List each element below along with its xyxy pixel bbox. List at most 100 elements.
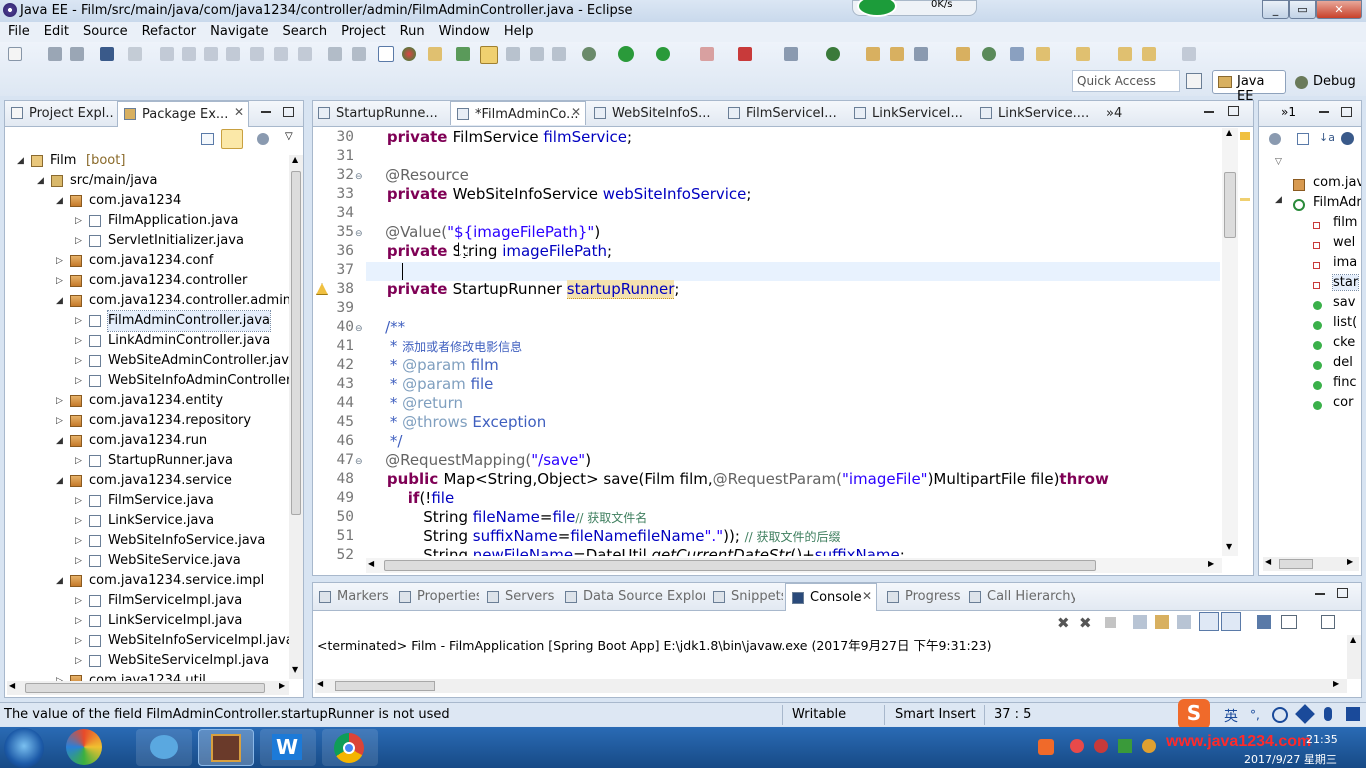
ime-pen-icon[interactable] (1295, 704, 1315, 724)
console-output[interactable]: <terminated> Film - FilmApplication [Spr… (317, 635, 992, 654)
ime-shirt-icon[interactable] (1346, 707, 1360, 721)
overview-marker[interactable] (1240, 132, 1250, 140)
last-edit-icon[interactable] (506, 47, 520, 61)
editor-vscrollbar[interactable]: ▲ ▼ (1222, 128, 1238, 556)
hide-fields-icon[interactable] (1341, 132, 1354, 145)
fold-marker-icon[interactable]: ⊖ (355, 172, 363, 182)
tree-item-file[interactable]: ▷ WebSiteService.java (5, 551, 289, 571)
scroll-lock-icon[interactable] (1155, 615, 1169, 629)
outline-item[interactable]: cor (1259, 395, 1361, 415)
scroll-left-arrow[interactable]: ◀ (368, 559, 374, 568)
expand-arrow-icon[interactable]: ▷ (75, 531, 85, 551)
link-with-editor-icon[interactable] (221, 129, 243, 149)
remove-launch-icon[interactable]: ✖ (1057, 614, 1070, 632)
collapse-arrow-icon[interactable]: ◢ (37, 171, 47, 191)
taskbar-app-word[interactable]: W (260, 729, 316, 766)
outline-minimize-icon[interactable] (1319, 111, 1329, 113)
collapse-arrow-icon[interactable]: ◢ (56, 191, 66, 211)
collapse-arrow-icon[interactable]: ◢ (56, 571, 66, 591)
scroll-up-arrow[interactable]: ▲ (1226, 128, 1232, 137)
tree-item-package[interactable]: ▷ com.java1234.repository (5, 411, 289, 431)
tree-item-file[interactable]: ▷ StartupRunner.java (5, 451, 289, 471)
tree-item-package[interactable]: ◢ com.java1234.run (5, 431, 289, 451)
editor-tab[interactable]: LinkService.... (974, 101, 1098, 125)
use-step-filters-icon[interactable] (352, 47, 366, 61)
sogou-ime-icon[interactable]: S (1178, 699, 1210, 729)
tree-item-file[interactable]: ▷ WebSiteInfoService.java (5, 531, 289, 551)
terminate-icon[interactable] (1105, 617, 1116, 628)
outline-item[interactable]: com.jav (1259, 175, 1361, 195)
display-console-icon[interactable] (1281, 615, 1297, 629)
start-button[interactable] (4, 728, 44, 768)
forward-icon[interactable] (1182, 47, 1196, 61)
tray-sogou-icon[interactable] (1038, 739, 1054, 755)
search-icon[interactable] (914, 47, 928, 61)
stop-server-icon[interactable] (700, 47, 714, 61)
menu-source[interactable]: Source (75, 22, 134, 39)
outline-item[interactable]: finc (1259, 375, 1361, 395)
outline-maximize-icon[interactable] (1341, 107, 1352, 117)
tree-item-package[interactable]: ▷ com.java1234.controller (5, 271, 289, 291)
scroll-left-arrow[interactable]: ◀ (317, 679, 323, 688)
console-maximize-icon[interactable] (1337, 588, 1348, 598)
expand-arrow-icon[interactable]: ▷ (75, 491, 85, 511)
menu-window[interactable]: Window (431, 22, 496, 39)
tree-item-file[interactable]: ▷ FilmAdminController.java (5, 310, 289, 332)
overview-marker[interactable] (1240, 198, 1250, 201)
expand-arrow-icon[interactable]: ▷ (75, 591, 85, 611)
expand-arrow-icon[interactable]: ▷ (56, 251, 66, 271)
tree-vscrollbar[interactable]: ▲ ▼ (289, 155, 303, 679)
overview-ruler[interactable] (1238, 128, 1252, 556)
console-vscrollbar[interactable]: ▲ (1347, 635, 1361, 679)
tree-hscrollbar[interactable]: ◀ ▶ (7, 681, 289, 695)
toggle-mark-icon[interactable] (328, 47, 342, 61)
run-external-icon[interactable] (656, 47, 670, 61)
run-icon[interactable] (618, 46, 634, 62)
fold-marker-icon[interactable]: ⊖ (355, 324, 363, 334)
scroll-right-arrow[interactable]: ▶ (1208, 559, 1214, 568)
collapse-arrow-icon[interactable]: ◢ (1275, 195, 1285, 205)
expand-arrow-icon[interactable]: ▷ (75, 231, 85, 251)
tray-shield-icon[interactable] (1118, 739, 1132, 753)
step-over-icon[interactable] (274, 47, 288, 61)
editor-minimize-icon[interactable] (1204, 111, 1214, 113)
collapse-arrow-icon[interactable]: ◢ (56, 431, 66, 451)
ime-mic-icon[interactable] (1324, 707, 1332, 721)
step-into-icon[interactable] (250, 47, 264, 61)
collapse-arrow-icon[interactable]: ◢ (56, 291, 66, 311)
focus-icon[interactable] (1269, 133, 1281, 145)
tree-item-package[interactable]: ◢ com.java1234.controller.admin (5, 291, 289, 311)
code-area[interactable]: private FilmService filmService; @Resour… (366, 128, 1222, 556)
menu-edit[interactable]: Edit (36, 22, 75, 39)
bottom-tab-servers[interactable]: Servers (481, 583, 557, 611)
outline-item[interactable]: wel (1259, 235, 1361, 255)
tree-item-folder[interactable]: ◢ src/main/java (5, 171, 289, 191)
new-console-icon[interactable] (1321, 615, 1335, 629)
tray-clock-time[interactable]: 21:35 (1306, 733, 1338, 746)
scroll-right-arrow[interactable]: ▶ (1333, 679, 1339, 688)
clear-console-icon[interactable] (1133, 615, 1147, 629)
outline-item[interactable]: star (1259, 274, 1361, 295)
editor-tab[interactable]: FilmServiceI... (722, 101, 846, 125)
scroll-up-arrow[interactable]: ▲ (292, 155, 298, 164)
open-folder-icon[interactable] (956, 47, 970, 61)
outline-more-tabs[interactable]: »1 (1281, 105, 1296, 119)
skip-breakpoints-icon[interactable] (128, 47, 142, 61)
outline-item[interactable]: del (1259, 355, 1361, 375)
next-annotation-icon[interactable] (456, 47, 470, 61)
editor-tab[interactable]: StartupRunne... (312, 101, 448, 125)
menu-run[interactable]: Run (392, 22, 431, 39)
console-minimize-icon[interactable] (1315, 593, 1325, 595)
menu-project[interactable]: Project (333, 22, 391, 39)
outline-item[interactable]: list( (1259, 315, 1361, 335)
tree-item-file[interactable]: ▷ LinkAdminController.java (5, 331, 289, 351)
tree-hscroll-thumb[interactable] (25, 683, 265, 693)
expand-arrow-icon[interactable]: ▷ (56, 411, 66, 431)
suspend-icon[interactable] (182, 47, 196, 61)
menu-refactor[interactable]: Refactor (134, 22, 203, 39)
ime-language-indicator[interactable]: 英 (1224, 706, 1238, 726)
menu-file[interactable]: File (0, 22, 36, 39)
tray-icon[interactable] (1094, 739, 1108, 753)
expand-arrow-icon[interactable]: ▷ (75, 351, 85, 371)
scroll-left-arrow[interactable]: ◀ (1265, 557, 1271, 566)
